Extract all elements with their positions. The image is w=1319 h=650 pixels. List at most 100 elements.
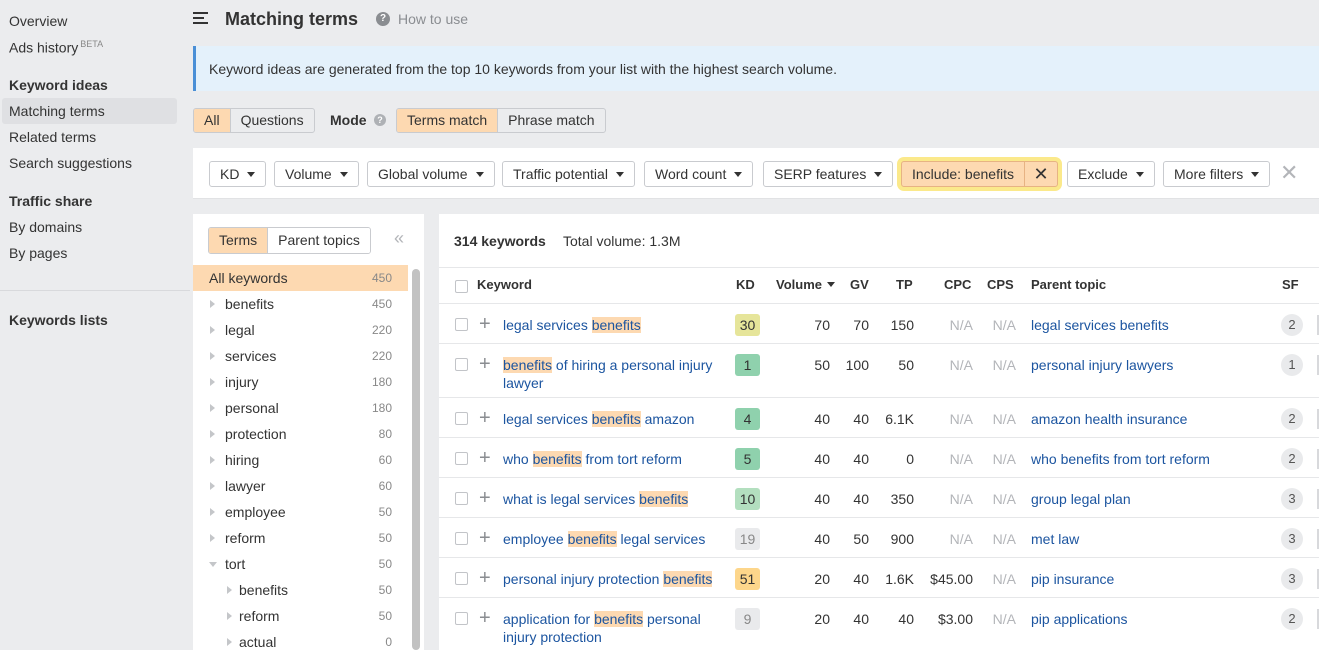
- term-subitem[interactable]: actual 0: [193, 629, 408, 650]
- filter-more-filters[interactable]: More filters: [1163, 161, 1271, 187]
- term-item[interactable]: legal 220: [193, 317, 408, 343]
- keyword-link[interactable]: legal services benefits: [503, 316, 723, 334]
- collapse-panel-icon[interactable]: «: [394, 228, 404, 249]
- nav-keywords-lists[interactable]: Keywords lists: [9, 312, 108, 328]
- expand-icon[interactable]: [227, 612, 232, 620]
- collapse-icon[interactable]: [209, 562, 217, 567]
- keyword-link[interactable]: who benefits from tort reform: [503, 450, 723, 468]
- term-item[interactable]: benefits 450: [193, 291, 408, 317]
- keyword-link[interactable]: legal services benefits amazon: [503, 410, 723, 428]
- nav-ads-history[interactable]: Ads history BETA: [9, 39, 103, 56]
- term-item[interactable]: lawyer 60: [193, 473, 408, 499]
- serp-features-badge[interactable]: 2: [1281, 608, 1303, 630]
- keyword-link[interactable]: personal injury protection benefits: [503, 570, 723, 588]
- row-checkbox[interactable]: [455, 412, 468, 425]
- serp-features-badge[interactable]: 3: [1281, 568, 1303, 590]
- parent-topic-link[interactable]: legal services benefits: [1031, 316, 1169, 334]
- expand-icon[interactable]: [227, 638, 232, 646]
- term-item[interactable]: protection 80: [193, 421, 408, 447]
- expand-icon[interactable]: [210, 404, 215, 412]
- term-item-expanded[interactable]: tort 50: [193, 551, 408, 577]
- keyword-link[interactable]: employee benefits legal services: [503, 530, 723, 548]
- include-filter-label[interactable]: Include: benefits: [902, 162, 1025, 186]
- add-to-list-icon[interactable]: +: [479, 408, 491, 428]
- how-to-use-link[interactable]: How to use: [398, 11, 468, 27]
- hamburger-menu-icon[interactable]: [193, 12, 208, 25]
- tab-parent-topics[interactable]: Parent topics: [268, 228, 370, 253]
- col-volume[interactable]: Volume: [776, 277, 835, 292]
- term-item[interactable]: reform 50: [193, 525, 408, 551]
- filter-global-volume[interactable]: Global volume: [367, 161, 495, 187]
- expand-icon[interactable]: [210, 300, 215, 308]
- filter-volume[interactable]: Volume: [274, 161, 359, 187]
- col-cpc[interactable]: CPC: [944, 277, 971, 292]
- toggle-questions[interactable]: Questions: [231, 109, 314, 132]
- term-item[interactable]: employee 50: [193, 499, 408, 525]
- expand-icon[interactable]: [210, 508, 215, 516]
- add-to-list-icon[interactable]: +: [479, 608, 491, 628]
- serp-features-badge[interactable]: 3: [1281, 528, 1303, 550]
- serp-features-badge[interactable]: 2: [1281, 448, 1303, 470]
- mode-phrase-match[interactable]: Phrase match: [498, 109, 604, 132]
- term-all-keywords[interactable]: All keywords 450: [193, 265, 408, 291]
- col-cps[interactable]: CPS: [987, 277, 1014, 292]
- expand-icon[interactable]: [210, 378, 215, 386]
- nav-search-suggestions[interactable]: Search suggestions: [9, 155, 132, 171]
- add-to-list-icon[interactable]: +: [479, 448, 491, 468]
- term-item[interactable]: hiring 60: [193, 447, 408, 473]
- filter-serp-features[interactable]: SERP features: [763, 161, 894, 187]
- add-to-list-icon[interactable]: +: [479, 314, 491, 334]
- col-gv[interactable]: GV: [850, 277, 869, 292]
- filter-word-count[interactable]: Word count: [644, 161, 754, 187]
- col-sf[interactable]: SF: [1282, 277, 1299, 292]
- filter-exclude[interactable]: Exclude: [1067, 161, 1155, 187]
- close-icon[interactable]: ✕: [1025, 162, 1057, 186]
- parent-topic-link[interactable]: group legal plan: [1031, 490, 1131, 508]
- row-checkbox[interactable]: [455, 532, 468, 545]
- add-to-list-icon[interactable]: +: [479, 528, 491, 548]
- term-item[interactable]: services 220: [193, 343, 408, 369]
- scrollbar-thumb[interactable]: [412, 269, 420, 650]
- term-subitem[interactable]: reform 50: [193, 603, 408, 629]
- terms-scrollbar[interactable]: [409, 265, 423, 650]
- toggle-all[interactable]: All: [194, 109, 231, 132]
- select-all-checkbox[interactable]: [455, 280, 468, 293]
- parent-topic-link[interactable]: personal injury lawyers: [1031, 356, 1173, 374]
- keyword-link[interactable]: what is legal services benefits: [503, 490, 723, 508]
- expand-icon[interactable]: [210, 456, 215, 464]
- serp-features-badge[interactable]: 2: [1281, 314, 1303, 336]
- nav-by-domains[interactable]: By domains: [9, 219, 82, 235]
- expand-icon[interactable]: [210, 352, 215, 360]
- mode-help-icon[interactable]: ?: [374, 114, 386, 126]
- expand-icon[interactable]: [227, 586, 232, 594]
- row-checkbox[interactable]: [455, 612, 468, 625]
- expand-icon[interactable]: [210, 326, 215, 334]
- row-checkbox[interactable]: [455, 452, 468, 465]
- serp-features-badge[interactable]: 3: [1281, 488, 1303, 510]
- term-item[interactable]: injury 180: [193, 369, 408, 395]
- add-to-list-icon[interactable]: +: [479, 354, 491, 374]
- serp-features-badge[interactable]: 1: [1281, 354, 1303, 376]
- col-parent-topic[interactable]: Parent topic: [1031, 277, 1106, 292]
- col-tp[interactable]: TP: [896, 277, 913, 292]
- row-checkbox[interactable]: [455, 318, 468, 331]
- mode-terms-match[interactable]: Terms match: [397, 109, 499, 132]
- filter-kd[interactable]: KD: [209, 161, 267, 187]
- expand-icon[interactable]: [210, 534, 215, 542]
- add-to-list-icon[interactable]: +: [479, 568, 491, 588]
- parent-topic-link[interactable]: who benefits from tort reform: [1031, 450, 1210, 468]
- expand-icon[interactable]: [210, 430, 215, 438]
- col-kd[interactable]: KD: [736, 277, 755, 292]
- col-keyword[interactable]: Keyword: [477, 277, 532, 292]
- nav-matching-terms[interactable]: Matching terms: [2, 98, 177, 124]
- nav-by-pages[interactable]: By pages: [9, 245, 67, 261]
- clear-filters-icon[interactable]: ✕: [1280, 162, 1298, 184]
- parent-topic-link[interactable]: amazon health insurance: [1031, 410, 1187, 428]
- row-checkbox[interactable]: [455, 492, 468, 505]
- parent-topic-link[interactable]: pip insurance: [1031, 570, 1114, 588]
- row-checkbox[interactable]: [455, 572, 468, 585]
- nav-overview[interactable]: Overview: [9, 13, 67, 29]
- add-to-list-icon[interactable]: +: [479, 488, 491, 508]
- help-icon[interactable]: ?: [376, 12, 390, 26]
- filter-traffic-potential[interactable]: Traffic potential: [502, 161, 635, 187]
